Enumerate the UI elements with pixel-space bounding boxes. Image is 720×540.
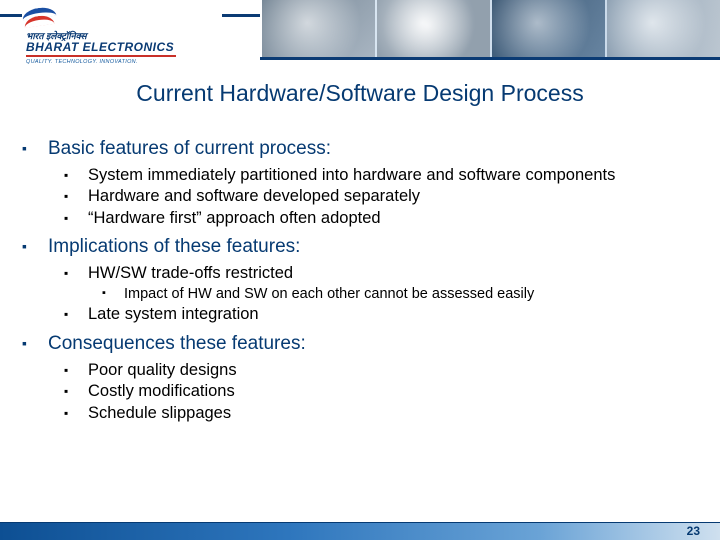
list-item: ▪HW/SW trade-offs restricted [84, 264, 680, 283]
list-item-text: Schedule slippages [88, 404, 231, 422]
sub-items: ▪Impact of HW and SW on each other canno… [120, 286, 680, 303]
list-item: ▪Late system integration [84, 305, 680, 324]
bullet-icon: ▪ [64, 384, 68, 398]
bullet-icon: ▪ [64, 189, 68, 203]
section-heading: ▪ Basic features of current process: [44, 138, 680, 160]
list-item-text: Late system integration [88, 305, 259, 323]
brand-underline [26, 55, 176, 57]
bullet-icon: ▪ [64, 266, 68, 280]
bullet-icon: ▪ [64, 406, 68, 420]
header-photo-strip [260, 0, 720, 60]
section-heading: ▪ Consequences these features: [44, 333, 680, 355]
bullet-icon: ▪ [22, 140, 27, 156]
list-item-text: Hardware and software developed separate… [88, 187, 420, 205]
logo-swoosh-icon [22, 6, 58, 32]
section-items: ▪HW/SW trade-offs restricted ▪Impact of … [84, 264, 680, 324]
footer-band [0, 522, 720, 540]
bullet-icon: ▪ [64, 211, 68, 225]
list-item: ▪Costly modifications [84, 382, 680, 401]
bullet-icon: ▪ [102, 287, 106, 300]
slide: भारत इलेक्ट्रॉनिक्स BHARAT ELECTRONICS Q… [0, 0, 720, 540]
section-items: ▪Poor quality designs ▪Costly modificati… [84, 361, 680, 423]
header-photo [607, 0, 720, 57]
slide-content: ▪ Basic features of current process: ▪Sy… [44, 130, 680, 427]
list-item: ▪Schedule slippages [84, 404, 680, 423]
brand-tagline: QUALITY. TECHNOLOGY. INNOVATION. [26, 59, 176, 65]
list-item-text: “Hardware first” approach often adopted [88, 209, 381, 227]
section-heading-text: Implications of these features: [48, 236, 300, 257]
list-item: ▪System immediately partitioned into har… [84, 166, 680, 185]
header: भारत इलेक्ट्रॉनिक्स BHARAT ELECTRONICS Q… [0, 0, 720, 62]
list-item: ▪“Hardware first” approach often adopted [84, 209, 680, 228]
section-heading-text: Consequences these features: [48, 333, 306, 354]
list-item-text: Costly modifications [88, 382, 235, 400]
bullet-icon: ▪ [22, 238, 27, 254]
brand-text: भारत इलेक्ट्रॉनिक्स BHARAT ELECTRONICS Q… [26, 32, 176, 65]
list-item-text: Impact of HW and SW on each other cannot… [124, 286, 534, 302]
brand-logo: भारत इलेक्ट्रॉनिक्स BHARAT ELECTRONICS Q… [22, 4, 222, 60]
list-item: ▪ Hardware and software developed separa… [84, 187, 680, 206]
slide-title: Current Hardware/Software Design Process [0, 80, 720, 107]
bullet-icon: ▪ [64, 363, 68, 377]
list-item-text: System immediately partitioned into hard… [88, 166, 615, 184]
list-item: ▪Impact of HW and SW on each other canno… [120, 286, 680, 303]
header-photo [262, 0, 375, 57]
bullet-icon: ▪ [64, 307, 68, 321]
page-number: 23 [687, 524, 700, 538]
section-heading-text: Basic features of current process: [48, 138, 331, 159]
section-heading: ▪ Implications of these features: [44, 236, 680, 258]
bullet-icon: ▪ [22, 335, 27, 351]
brand-english: BHARAT ELECTRONICS [26, 41, 176, 54]
header-photo [492, 0, 605, 57]
bullet-icon: ▪ [64, 168, 68, 182]
list-item-text: HW/SW trade-offs restricted [88, 264, 293, 282]
header-photo [377, 0, 490, 57]
list-item-text: Poor quality designs [88, 361, 237, 379]
list-item: ▪Poor quality designs [84, 361, 680, 380]
section-items: ▪System immediately partitioned into har… [84, 166, 680, 228]
